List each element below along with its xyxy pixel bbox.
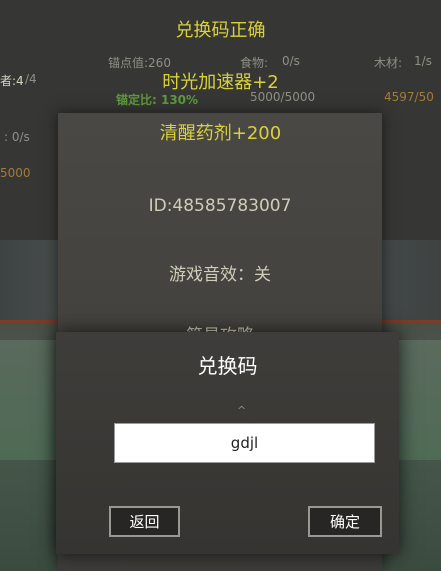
toast-code-correct: 兑换码正确 — [175, 20, 266, 41]
confirm-button[interactable]: 确定 — [308, 506, 382, 537]
back-button[interactable]: 返回 — [109, 506, 180, 537]
toast-sober-potion: 清醒药剂+200 — [159, 123, 282, 144]
player-id: ID:48585783007 — [148, 196, 292, 216]
redeem-code-input[interactable] — [114, 423, 375, 463]
left-resource-amount: 5000 — [0, 166, 31, 180]
caret-up-icon: ^ — [237, 404, 247, 417]
dialog-title: 兑换码 — [197, 354, 258, 378]
toast-time-accelerator: 时光加速器+2 — [162, 72, 279, 93]
food-rate: 0/s — [282, 54, 300, 68]
wood-rate: 1/s — [414, 54, 432, 68]
redeem-dialog: 兑换码 ^ 返回 确定 — [56, 332, 399, 554]
sound-toggle[interactable]: 游戏音效：关 — [58, 260, 382, 285]
